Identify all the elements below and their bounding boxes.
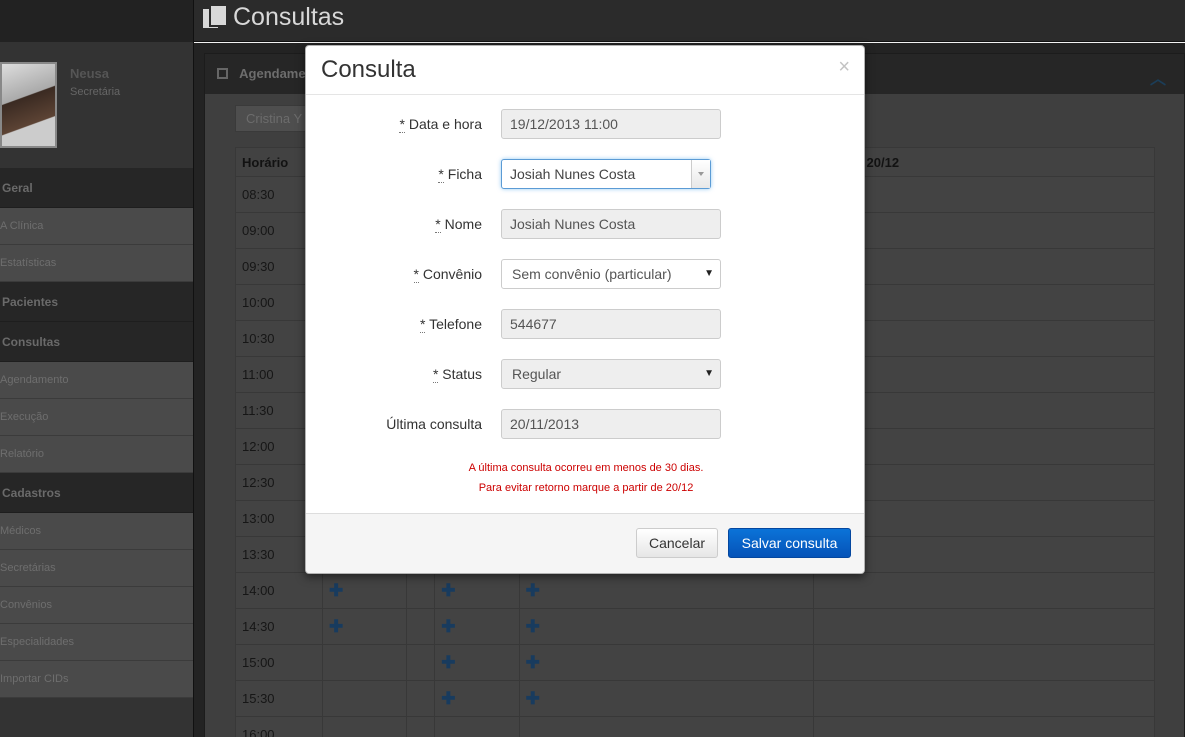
ficha-value: Josiah Nunes Costa	[510, 166, 636, 182]
label-ficha: * Ficha	[438, 166, 482, 183]
status-select[interactable]: Regular ▼	[501, 359, 721, 389]
required-mark: *	[419, 316, 426, 333]
label-data-hora: * Data e hora	[399, 116, 482, 133]
label-text: Ficha	[447, 166, 482, 182]
convenio-select[interactable]: Sem convênio (particular) ▼	[501, 259, 721, 289]
caret-down-icon: ▼	[704, 368, 714, 379]
label-telefone: * Telefone	[419, 316, 482, 333]
label-nome: * Nome	[435, 216, 482, 233]
modal-header: Consulta ×	[306, 46, 864, 95]
label-status: * Status	[432, 366, 482, 383]
label-text: Telefone	[429, 316, 482, 332]
data-hora-field[interactable]: 19/12/2013 11:00	[501, 109, 721, 139]
consulta-modal: Consulta × * Data e hora 19/12/2013 11:0…	[305, 45, 865, 574]
close-icon[interactable]: ×	[838, 56, 850, 79]
modal-footer: Cancelar Salvar consulta	[306, 513, 864, 573]
ultima-consulta-field[interactable]: 20/11/2013	[501, 409, 721, 439]
modal-title: Consulta	[321, 56, 416, 83]
dropdown-arrow-icon[interactable]	[691, 160, 710, 188]
cancel-button[interactable]: Cancelar	[636, 528, 718, 558]
row-ultima-consulta: Última consulta 20/11/2013	[306, 409, 864, 439]
ficha-select[interactable]: Josiah Nunes Costa	[501, 159, 711, 189]
row-telefone: * Telefone 544677	[306, 309, 864, 339]
caret-down-icon: ▼	[704, 268, 714, 279]
status-value: Regular	[512, 366, 562, 382]
row-ficha: * Ficha Josiah Nunes Costa	[306, 159, 864, 189]
label-text: Data e hora	[408, 116, 482, 132]
save-button[interactable]: Salvar consulta	[728, 528, 851, 558]
label-text: Nome	[444, 216, 482, 232]
convenio-value: Sem convênio (particular)	[512, 266, 672, 282]
required-mark: *	[432, 366, 439, 383]
telefone-field[interactable]: 544677	[501, 309, 721, 339]
required-mark: *	[413, 266, 419, 283]
nome-field[interactable]: Josiah Nunes Costa	[501, 209, 721, 239]
row-data-hora: * Data e hora 19/12/2013 11:00	[306, 109, 864, 139]
required-mark: *	[438, 166, 444, 183]
required-mark: *	[399, 116, 405, 133]
row-convenio: * Convênio Sem convênio (particular) ▼	[306, 259, 864, 289]
row-status: * Status Regular ▼	[306, 359, 864, 389]
label-convenio: * Convênio	[413, 266, 482, 283]
label-text: Status	[442, 366, 482, 382]
label-ultima-consulta: Última consulta	[386, 416, 482, 432]
row-nome: * Nome Josiah Nunes Costa	[306, 209, 864, 239]
label-text: Convênio	[422, 266, 482, 282]
warning-line-1: A última consulta ocorreu em menos de 30…	[468, 462, 704, 474]
required-mark: *	[435, 216, 441, 233]
warning-line-2: Para evitar retorno marque a partir de 2…	[478, 482, 694, 494]
